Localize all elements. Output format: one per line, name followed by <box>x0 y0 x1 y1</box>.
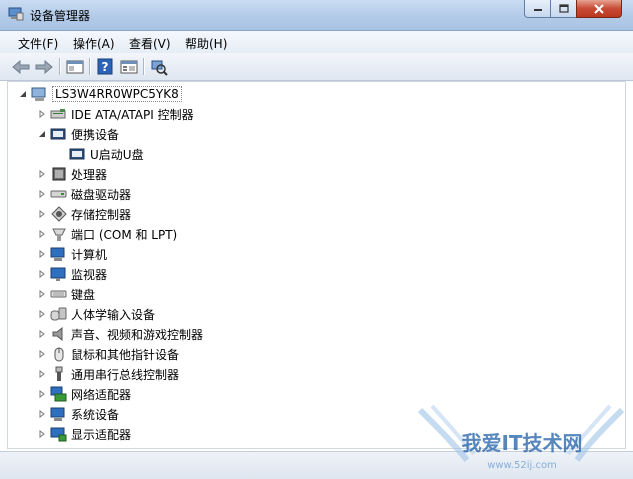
tree-item-label: 便携设备 <box>71 127 120 142</box>
tree-item-label: 计算机 <box>71 247 108 262</box>
expand-arrow-icon[interactable] <box>37 369 47 379</box>
tree-item-label: 鼠标和其他指针设备 <box>71 347 180 362</box>
device-manager-app-icon <box>8 7 24 21</box>
portable-device-icon <box>50 126 67 142</box>
svg-text:?: ? <box>102 60 109 74</box>
menu-action[interactable]: 操作(A) <box>71 34 117 53</box>
usb-drive-icon <box>69 146 86 162</box>
toolbar-separator <box>59 58 60 75</box>
expand-arrow-icon[interactable] <box>37 389 47 399</box>
tree-item-system-devices[interactable]: 系统设备 <box>37 404 119 424</box>
menu-file[interactable]: 文件(F) <box>16 34 60 53</box>
expand-arrow-icon[interactable] <box>37 329 47 339</box>
tree-item-label: 显示适配器 <box>71 427 132 442</box>
tree-item-label: 人体学输入设备 <box>71 307 156 322</box>
expand-arrow-icon[interactable] <box>37 109 47 119</box>
computer-root-icon <box>31 86 48 102</box>
disk-drive-icon <box>50 186 67 202</box>
keyboard-icon <box>50 286 67 302</box>
tree-item-network-adapters[interactable]: 网络适配器 <box>37 384 131 404</box>
tree-item-label: 网络适配器 <box>71 387 132 402</box>
system-device-icon <box>50 406 67 422</box>
tree-item-processor[interactable]: 处理器 <box>37 164 107 184</box>
properties-view-icon[interactable] <box>65 57 85 76</box>
expand-arrow-icon[interactable] <box>37 169 47 179</box>
scan-hardware-icon[interactable] <box>149 57 169 76</box>
maximize-button[interactable] <box>550 0 577 18</box>
expand-arrow-icon[interactable] <box>37 429 47 439</box>
display-adapter-icon <box>50 426 67 442</box>
expand-arrow-icon[interactable] <box>37 409 47 419</box>
close-button[interactable] <box>576 0 622 18</box>
toolbar-separator <box>143 58 144 75</box>
computer-icon <box>50 246 67 262</box>
tree-item-label: 处理器 <box>71 167 108 182</box>
tree-item-storage-controllers[interactable]: 存储控制器 <box>37 204 131 224</box>
tree-item-label: 声音、视频和游戏控制器 <box>71 327 204 342</box>
processor-icon <box>50 166 67 182</box>
tree-item-label: 通用串行总线控制器 <box>71 367 180 382</box>
tree-item-mice[interactable]: 鼠标和其他指针设备 <box>37 344 179 364</box>
tree-item-label: U启动U盘 <box>90 147 144 162</box>
help-icon[interactable]: ? <box>95 57 115 76</box>
status-bar <box>0 451 633 479</box>
expand-arrow-icon[interactable] <box>37 269 47 279</box>
mouse-icon <box>50 346 67 362</box>
title-bar[interactable]: 设备管理器 <box>0 0 633 31</box>
tree-item-label: 磁盘驱动器 <box>71 187 132 202</box>
tree-item-disk-drives[interactable]: 磁盘驱动器 <box>37 184 131 204</box>
tree-item-usb-controllers[interactable]: 通用串行总线控制器 <box>37 364 179 384</box>
tree-item-computer[interactable]: 计算机 <box>37 244 107 264</box>
tree-item-label: IDE ATA/ATAPI 控制器 <box>71 107 194 122</box>
sound-icon <box>50 326 67 342</box>
expand-arrow-icon[interactable] <box>37 229 47 239</box>
tree-item-label: 键盘 <box>71 287 96 302</box>
device-tree-panel[interactable]: LS3W4RR0WPC5YK8 IDE ATA/ATAPI 控制器 便携设备 U… <box>7 81 626 449</box>
tree-item-label: 端口 (COM 和 LPT) <box>71 227 178 242</box>
expand-arrow-icon[interactable] <box>37 209 47 219</box>
port-icon <box>50 226 67 242</box>
expand-arrow-icon[interactable] <box>37 309 47 319</box>
tree-item-portable-devices[interactable]: 便携设备 <box>37 124 119 144</box>
tree-item-usb-drive[interactable]: U启动U盘 <box>57 144 144 164</box>
tree-item-display-adapters[interactable]: 显示适配器 <box>37 424 131 444</box>
usb-controller-icon <box>50 366 67 382</box>
storage-controller-icon <box>50 206 67 222</box>
expand-arrow-icon[interactable] <box>37 289 47 299</box>
tree-root[interactable]: LS3W4RR0WPC5YK8 <box>18 84 182 104</box>
menu-view[interactable]: 查看(V) <box>127 34 173 53</box>
menu-bar: 文件(F) 操作(A) 查看(V) 帮助(H) <box>0 31 633 53</box>
device-manager-window: 设备管理器 文件(F) 操作(A) 查看(V) 帮助(H) ? LS3W4RR0… <box>0 0 633 479</box>
expand-arrow-icon[interactable] <box>37 349 47 359</box>
expand-arrow-icon[interactable] <box>37 249 47 259</box>
tree-item-ports[interactable]: 端口 (COM 和 LPT) <box>37 224 177 244</box>
toolbar: ? <box>0 53 633 81</box>
hid-icon <box>50 306 67 322</box>
tree-item-label: 存储控制器 <box>71 207 132 222</box>
toolbar-separator <box>89 58 90 75</box>
tree-item-hid[interactable]: 人体学输入设备 <box>37 304 155 324</box>
tree-item-sound-video-game[interactable]: 声音、视频和游戏控制器 <box>37 324 203 344</box>
collapse-arrow-icon[interactable] <box>37 129 47 139</box>
collapse-arrow-icon[interactable] <box>18 89 28 99</box>
minimize-button[interactable] <box>524 0 551 18</box>
menu-help[interactable]: 帮助(H) <box>183 34 229 53</box>
window-title: 设备管理器 <box>30 9 91 23</box>
tree-item-monitors[interactable]: 监视器 <box>37 264 107 284</box>
network-adapter-icon <box>50 386 67 402</box>
tree-item-ide[interactable]: IDE ATA/ATAPI 控制器 <box>37 104 194 124</box>
tree-root-label: LS3W4RR0WPC5YK8 <box>52 86 182 102</box>
tree-item-label: 监视器 <box>71 267 108 282</box>
ide-controller-icon <box>50 106 67 122</box>
back-icon[interactable] <box>11 57 31 76</box>
forward-icon[interactable] <box>34 57 54 76</box>
tree-item-label: 系统设备 <box>71 407 120 422</box>
tree-item-keyboards[interactable]: 键盘 <box>37 284 95 304</box>
monitor-icon <box>50 266 67 282</box>
expand-arrow-icon[interactable] <box>37 189 47 199</box>
show-hidden-icon[interactable] <box>119 57 139 76</box>
